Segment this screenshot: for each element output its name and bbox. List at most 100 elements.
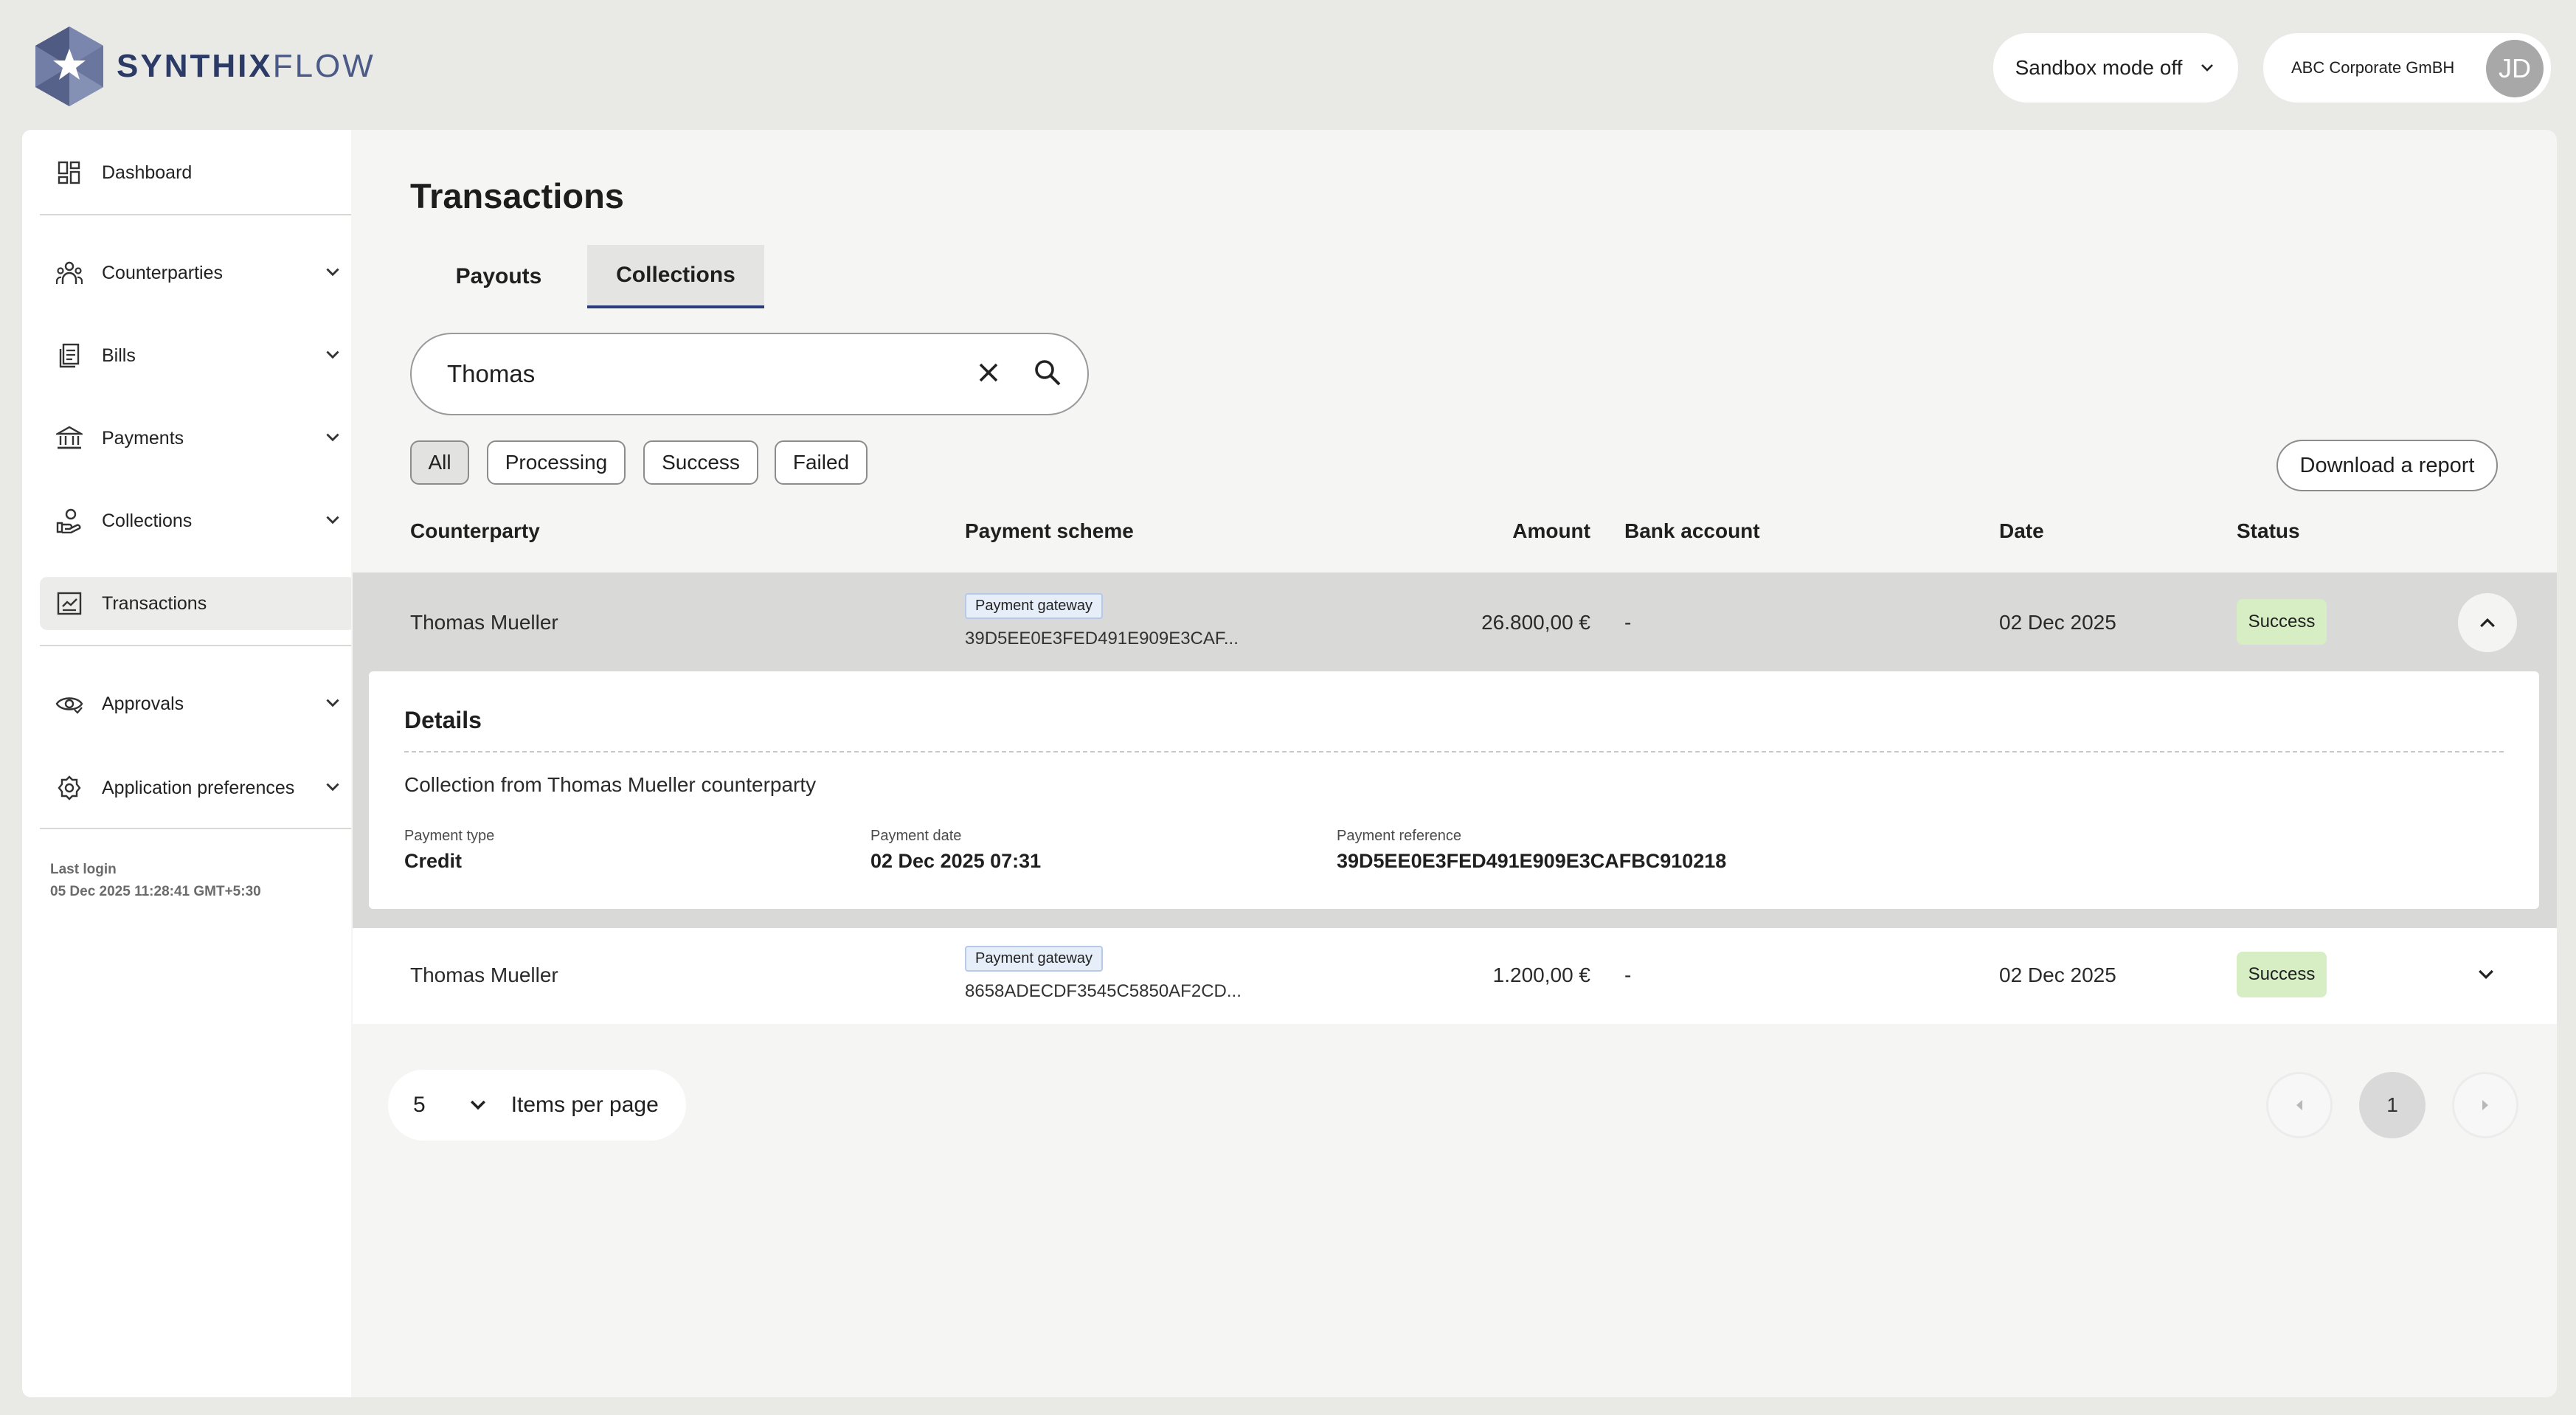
page-number[interactable]: 1 [2359,1072,2426,1138]
sidebar-item-counterparties[interactable]: Counterparties [40,246,356,300]
company-name: ABC Corporate GmBH [2291,58,2455,77]
last-login: Last login 05 Dec 2025 11:28:41 GMT+5:30 [50,859,261,903]
scheme-cell: Payment gateway [965,593,1103,619]
sidebar-item-approvals[interactable]: Approvals [40,677,356,730]
sidebar-item-label: Payments [102,427,184,449]
bank-icon [55,423,84,453]
sidebar-item-label: Collections [102,510,193,531]
eye-icon [55,689,84,719]
payment-reference-label: Payment reference [1337,828,1461,844]
row-bank-account: - [1624,611,1632,634]
search-bar [410,333,1089,415]
chevron-down-icon [2479,969,2493,980]
last-login-value: 05 Dec 2025 11:28:41 GMT+5:30 [50,884,261,899]
sidebar: Dashboard Counterparties Bills Payments … [22,130,356,1397]
items-per-page: 5 Items per page [388,1070,686,1141]
column-header-amount: Amount [1512,519,1590,542]
filter-all[interactable]: All [410,440,469,485]
filter-failed[interactable]: Failed [775,440,868,485]
filter-success[interactable]: Success [643,440,758,485]
column-header-bank-account: Bank account [1624,519,1760,542]
sidebar-item-label: Dashboard [102,162,193,183]
chevron-right-icon [2482,1100,2488,1110]
sidebar-item-label: Approvals [102,693,184,714]
sidebar-item-transactions[interactable]: Transactions [40,577,356,630]
scheme-id: 8658ADECDF3545C5850AF2CD... [965,981,1242,1001]
row-date: 02 Dec 2025 [1999,611,2116,634]
per-page-select[interactable]: 5 [413,1093,426,1118]
sidebar-item-bills[interactable]: Bills [40,329,356,382]
sidebar-item-label: Counterparties [102,262,223,283]
chevron-down-icon [326,699,339,708]
collapse-row-button[interactable] [2458,593,2517,652]
payment-date-value: 02 Dec 2025 07:31 [870,850,1042,872]
row-amount: 26.800,00 € [1481,611,1590,634]
chevron-left-icon [2296,1100,2302,1110]
tab-collections[interactable]: Collections [587,245,764,308]
payment-date-label: Payment date [870,828,962,844]
column-header-date: Date [1999,519,2044,542]
details-title: Details [404,707,482,733]
logo-icon [35,27,103,106]
column-header-scheme: Payment scheme [965,519,1134,542]
payment-reference-value: 39D5EE0E3FED491E909E3CAFBC910218 [1337,850,1727,872]
chevron-down-icon [326,350,339,359]
logo-wordmark: SYNTHIXFLOW [117,48,375,84]
sidebar-item-dashboard[interactable]: Dashboard [40,146,356,199]
status-badge: Success [2237,952,2327,997]
page-title: Transactions [410,176,624,215]
chevron-down-icon [326,433,339,442]
sidebar-item-collections[interactable]: Collections [40,494,356,547]
details-description: Collection from Thomas Mueller counterpa… [404,773,817,796]
chevron-down-icon [326,268,339,277]
close-icon[interactable] [974,358,1003,387]
next-page-button[interactable] [2452,1072,2518,1138]
gear-icon [55,773,84,803]
account-switcher[interactable]: ABC Corporate GmBH JD [2263,33,2551,103]
payment-type-label: Payment type [404,828,495,844]
chevron-down-icon [326,516,339,525]
chevron-down-icon [326,783,339,792]
status-badge: Success [2237,599,2327,645]
sidebar-item-payments[interactable]: Payments [40,412,356,465]
avatar[interactable]: JD [2486,40,2544,97]
scheme-cell: Payment gateway [965,946,1103,972]
sidebar-item-label: Transactions [102,592,207,614]
search-input[interactable] [446,359,935,389]
row-amount: 1.200,00 € [1492,963,1590,986]
transactions-icon [55,589,84,618]
scheme-id: 39D5EE0E3FED491E909E3CAF... [965,629,1239,648]
filter-processing[interactable]: Processing [487,440,626,485]
chevron-down-icon[interactable] [467,1094,489,1116]
search-icon[interactable] [1031,356,1064,389]
sandbox-mode-dropdown[interactable]: Sandbox mode off [1993,33,2238,103]
row-bank-account: - [1624,963,1632,986]
people-icon [55,258,84,288]
chevron-up-icon [2480,617,2495,628]
chevron-down-icon [2201,64,2214,72]
details-divider [404,751,2504,753]
sidebar-item-label: Application preferences [102,777,295,798]
column-header-counterparty: Counterparty [410,519,540,542]
scheme-badge: Payment gateway [965,946,1103,972]
column-header-status: Status [2237,519,2300,542]
prev-page-button[interactable] [2266,1072,2333,1138]
app-logo[interactable]: SYNTHIXFLOW [31,25,375,108]
bills-icon [55,341,84,370]
tab-payouts[interactable]: Payouts [410,245,587,308]
per-page-label: Items per page [510,1093,659,1117]
payment-type-value: Credit [404,850,463,872]
sidebar-item-label: Bills [102,345,136,366]
divider [40,645,356,646]
dashboard-icon [55,158,84,187]
expand-row-button[interactable] [2473,963,2499,989]
sandbox-mode-label: Sandbox mode off [2015,56,2183,79]
row-counterparty: Thomas Mueller [410,963,558,986]
hand-coin-icon [55,506,84,536]
sidebar-item-application-preferences[interactable]: Application preferences [40,761,356,814]
divider [40,828,356,829]
divider [40,214,356,215]
last-login-label: Last login [50,862,117,877]
download-report-button[interactable]: Download a report [2276,440,2498,491]
row-date: 02 Dec 2025 [1999,963,2116,986]
